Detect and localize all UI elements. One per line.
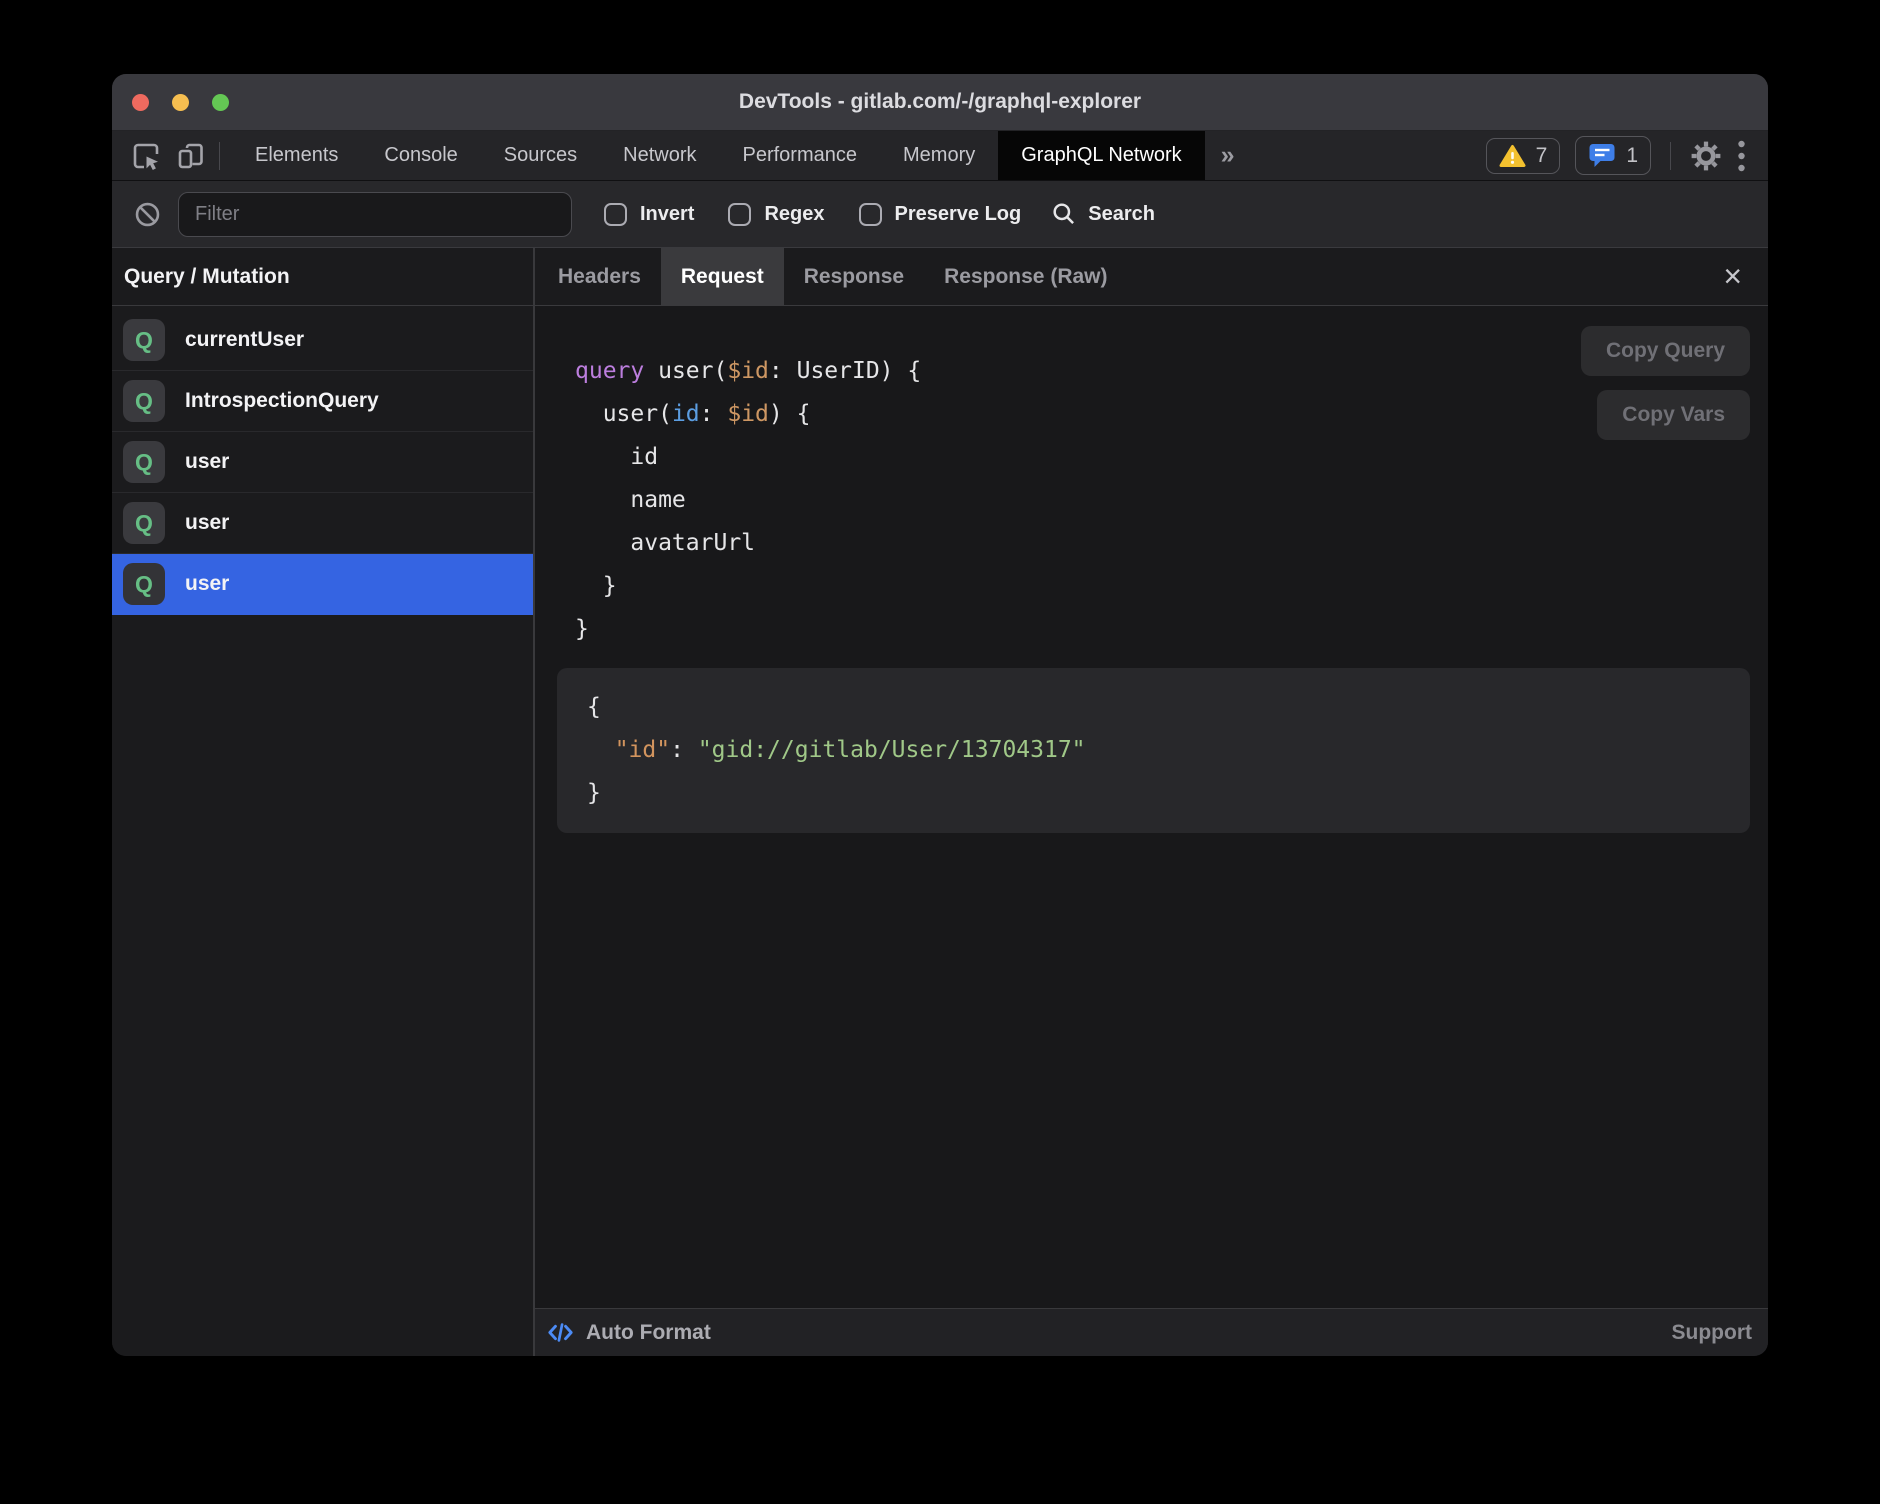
chat-bubble-icon [1588, 142, 1616, 169]
device-toolbar-icon[interactable] [175, 140, 207, 172]
checkbox-box-regex[interactable] [728, 203, 751, 226]
warnings-count: 7 [1536, 144, 1548, 168]
tab-sources[interactable]: Sources [481, 131, 600, 180]
code-line: user(id: $id) { [575, 393, 1750, 436]
search-icon [1051, 201, 1077, 227]
list-item-label: IntrospectionQuery [185, 389, 379, 413]
code-line: avatarUrl [575, 522, 1750, 565]
block-filter-icon[interactable] [134, 201, 161, 228]
code-line: } [587, 772, 1720, 815]
request-variables-code: { "id": "gid://gitlab/User/13704317"} [557, 668, 1750, 833]
settings-gear-icon[interactable] [1690, 140, 1722, 172]
close-panel-button[interactable]: × [1697, 248, 1768, 305]
auto-format-label: Auto Format [586, 1321, 711, 1345]
tab-graphql-network[interactable]: GraphQL Network [998, 131, 1204, 180]
list-item[interactable]: Q IntrospectionQuery [112, 371, 533, 432]
request-query-code: query user($id: UserID) { user(id: $id) … [575, 350, 1750, 651]
list-item-label: user [185, 572, 229, 596]
toolbar-tabs: ElementsConsoleSourcesNetworkPerformance… [232, 131, 1205, 180]
query-type-badge: Q [123, 563, 165, 605]
toolbar-right-divider [1670, 142, 1671, 170]
list-item[interactable]: Quser [112, 432, 533, 493]
copy-query-button[interactable]: Copy Query [1581, 326, 1750, 376]
close-window-button[interactable] [132, 94, 149, 111]
query-type-badge: Q [123, 380, 165, 422]
tab-elements[interactable]: Elements [232, 131, 361, 180]
list-item[interactable]: Quser [112, 554, 533, 615]
list-item-label: user [185, 511, 229, 535]
more-options-icon[interactable] [1737, 139, 1746, 173]
code-line: id [575, 436, 1750, 479]
query-type-badge: Q [123, 502, 165, 544]
checkbox-label: Preserve Log [895, 203, 1022, 226]
query-list: QcurrentUserQIntrospectionQueryQuserQuse… [112, 306, 533, 615]
checkbox-box-preserve-log[interactable] [859, 203, 882, 226]
minimize-window-button[interactable] [172, 94, 189, 111]
panel-footer: Auto Format Support [535, 1308, 1768, 1356]
query-type-badge: Q [123, 319, 165, 361]
request-view: query user($id: UserID) { user(id: $id) … [535, 306, 1768, 1308]
checkbox-box-invert[interactable] [604, 203, 627, 226]
list-item-label: user [185, 450, 229, 474]
panel-tab-request[interactable]: Request [661, 248, 784, 305]
sidebar-header: Query / Mutation [112, 248, 533, 306]
checkbox-invert[interactable]: Invert [604, 203, 694, 226]
search-button[interactable]: Search [1051, 201, 1155, 227]
code-line: } [575, 565, 1750, 608]
code-line: { [587, 686, 1720, 729]
code-line: } [575, 608, 1750, 651]
panel-tab-response[interactable]: Response [784, 248, 924, 305]
list-item[interactable]: Quser [112, 493, 533, 554]
auto-format-button[interactable]: Auto Format [547, 1320, 711, 1345]
warnings-badge[interactable]: 7 [1486, 138, 1561, 174]
sidebar: Query / Mutation QcurrentUserQIntrospect… [112, 248, 535, 1356]
filter-bar: Invert Regex Preserve Log Search [112, 181, 1768, 248]
list-item[interactable]: QcurrentUser [112, 310, 533, 371]
messages-count: 1 [1626, 144, 1638, 168]
detail-panel: HeadersRequestResponseResponse (Raw) × qu… [535, 248, 1768, 1356]
toolbar-divider [219, 142, 220, 170]
tab-console[interactable]: Console [361, 131, 480, 180]
code-line: query user($id: UserID) { [575, 350, 1750, 393]
filter-checkboxes: Invert Regex Preserve Log [604, 203, 1021, 226]
list-item-label: currentUser [185, 328, 304, 352]
messages-badge[interactable]: 1 [1575, 136, 1651, 175]
panel-tab-response-raw[interactable]: Response (Raw) [924, 248, 1127, 305]
query-type-badge: Q [123, 441, 165, 483]
window-title: DevTools - gitlab.com/-/graphql-explorer [112, 90, 1768, 114]
inspect-element-icon[interactable] [130, 140, 162, 172]
checkbox-label: Invert [640, 203, 694, 226]
support-link[interactable]: Support [1672, 1321, 1752, 1345]
more-panels-button[interactable]: » [1205, 131, 1251, 180]
panel-tab-headers[interactable]: Headers [538, 248, 661, 305]
titlebar: DevTools - gitlab.com/-/graphql-explorer [112, 74, 1768, 131]
tab-network[interactable]: Network [600, 131, 719, 180]
code-line: name [575, 479, 1750, 522]
checkbox-regex[interactable]: Regex [728, 203, 824, 226]
devtools-window: DevTools - gitlab.com/-/graphql-explorer… [112, 74, 1768, 1356]
code-format-icon [547, 1320, 574, 1345]
warning-icon [1499, 144, 1526, 168]
tab-performance[interactable]: Performance [720, 131, 881, 180]
filter-input[interactable] [178, 192, 572, 237]
tab-memory[interactable]: Memory [880, 131, 998, 180]
maximize-window-button[interactable] [212, 94, 229, 111]
traffic-lights [132, 74, 229, 130]
code-line: "id": "gid://gitlab/User/13704317" [587, 729, 1720, 772]
search-label: Search [1088, 203, 1155, 226]
copy-vars-button[interactable]: Copy Vars [1597, 390, 1750, 440]
checkbox-label: Regex [764, 203, 824, 226]
panel-tabs: HeadersRequestResponseResponse (Raw) × [535, 248, 1768, 306]
checkbox-preserve-log[interactable]: Preserve Log [859, 203, 1022, 226]
devtools-toolbar: ElementsConsoleSourcesNetworkPerformance… [112, 131, 1768, 181]
